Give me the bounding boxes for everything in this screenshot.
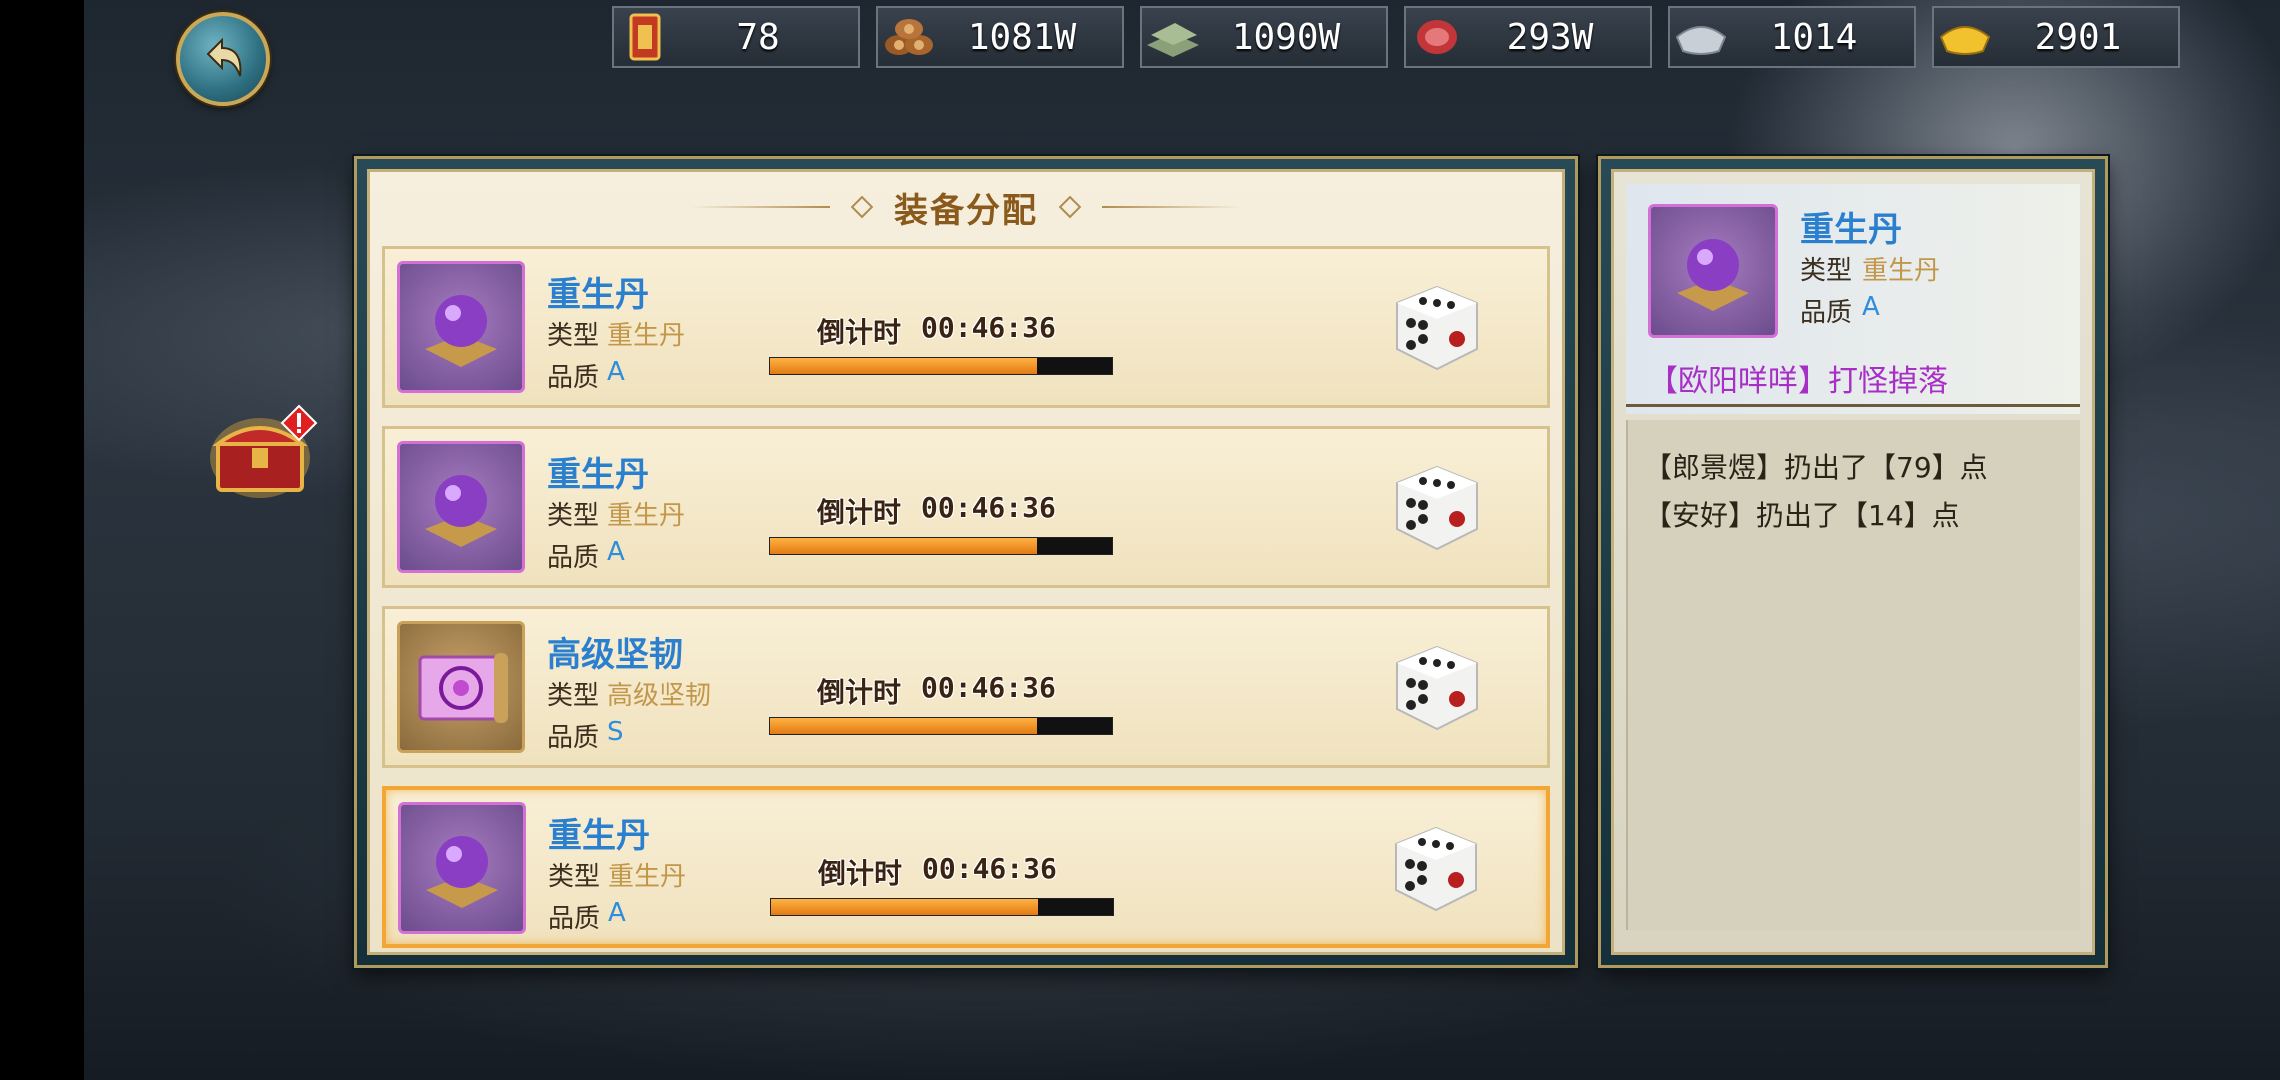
detail-item-name: 重生丹 (1800, 210, 1902, 250)
resource-meat: 293W (1404, 6, 1652, 68)
title-ornament (1102, 206, 1242, 208)
detail-type: 重生丹 (1862, 256, 1941, 286)
purple-orb-icon (397, 441, 525, 573)
resource-value: 293W (1506, 16, 1594, 58)
item-row-selected[interactable]: 重生丹 类型 重生丹 品质 A 倒计时 00:46:36 (382, 786, 1550, 948)
silver-icon (1670, 9, 1732, 65)
resource-value: 1090W (1231, 16, 1341, 58)
item-quality: A (607, 357, 625, 387)
game-background: 78 1081W 1090W 293W 1014 2901 装备分配 重生丹 类… (84, 0, 2280, 1080)
roll-log-entry: 【安好】扔出了【14】点 (1644, 499, 1960, 532)
quality-label: 品质 (548, 904, 601, 934)
item-detail-panel: 重生丹 类型 重生丹 品质 A 【欧阳咩咩】打怪掉落 【郎景煜】扔出了【79】点… (1598, 156, 2108, 968)
item-quality: A (607, 537, 625, 567)
scroll-icon (397, 621, 525, 753)
item-type: 重生丹 (607, 321, 686, 351)
treasure-chest-button[interactable] (208, 404, 318, 500)
countdown-time: 00:46:36 (921, 491, 1056, 524)
dice-roll-button[interactable] (1393, 283, 1481, 373)
resource-order-token: 78 (612, 6, 860, 68)
quality-label: 品质 (547, 543, 600, 573)
purple-orb-icon (398, 802, 526, 934)
item-type: 重生丹 (608, 862, 687, 892)
resource-silver: 1014 (1668, 6, 1916, 68)
alert-badge-icon (280, 404, 318, 442)
dice-roll-button[interactable] (1393, 463, 1481, 553)
meat-icon (1406, 9, 1468, 65)
purple-orb-icon (397, 261, 525, 393)
resource-gold: 2901 (1932, 6, 2180, 68)
item-name: 重生丹 (547, 275, 649, 315)
countdown-label: 倒计时 (818, 857, 903, 890)
stone-icon (1142, 9, 1204, 65)
progress-fill (770, 358, 1037, 374)
item-name: 高级坚韧 (547, 635, 683, 675)
countdown-progress-bar (769, 537, 1113, 555)
back-arrow-icon (206, 37, 242, 77)
resource-wood: 1081W (876, 6, 1124, 68)
countdown-time: 00:46:36 (921, 671, 1056, 704)
resource-stone: 1090W (1140, 6, 1388, 68)
quality-label: 品质 (547, 363, 600, 393)
resource-value: 1014 (1770, 16, 1858, 58)
dice-roll-button[interactable] (1392, 824, 1480, 914)
countdown-time: 00:46:36 (921, 311, 1056, 344)
roll-log-entry: 【郎景煜】扔出了【79】点 (1644, 451, 1988, 484)
item-name: 重生丹 (548, 816, 650, 856)
dice-roll-button[interactable] (1393, 643, 1481, 733)
panel-header: 装备分配 (370, 182, 1562, 232)
resource-value: 78 (736, 16, 780, 58)
panel-title: 装备分配 (894, 190, 1038, 231)
gold-icon (1934, 9, 1996, 65)
item-type: 高级坚韧 (607, 681, 712, 711)
item-name: 重生丹 (547, 455, 649, 495)
item-quality: S (607, 717, 624, 747)
panel-body: 装备分配 重生丹 类型 重生丹 品质 A 倒计时 00:46:36 重生丹 类型… (367, 169, 1565, 955)
countdown-label: 倒计时 (817, 496, 902, 529)
countdown-label: 倒计时 (817, 316, 902, 349)
wood-icon (878, 9, 940, 65)
type-label: 类型 (547, 681, 600, 711)
type-label: 类型 (547, 501, 600, 531)
item-row[interactable]: 重生丹 类型 重生丹 品质 A 倒计时 00:46:36 (382, 426, 1550, 588)
detail-quality: A (1862, 292, 1880, 322)
detail-body: 重生丹 类型 重生丹 品质 A 【欧阳咩咩】打怪掉落 【郎景煜】扔出了【79】点… (1611, 169, 2095, 955)
item-type: 重生丹 (607, 501, 686, 531)
title-ornament (1058, 195, 1082, 219)
countdown-progress-bar (770, 898, 1114, 916)
detail-type-label: 类型 (1800, 256, 1853, 286)
token-icon (614, 9, 676, 65)
countdown-progress-bar (769, 357, 1113, 375)
countdown-progress-bar (769, 717, 1113, 735)
countdown-time: 00:46:36 (922, 852, 1057, 885)
drop-source: 【欧阳咩咩】打怪掉落 (1648, 364, 1948, 399)
title-ornament (850, 195, 874, 219)
item-row[interactable]: 高级坚韧 类型 高级坚韧 品质 S 倒计时 00:46:36 (382, 606, 1550, 768)
detail-quality-label: 品质 (1800, 298, 1853, 328)
equipment-distribution-panel: 装备分配 重生丹 类型 重生丹 品质 A 倒计时 00:46:36 重生丹 类型… (354, 156, 1578, 968)
progress-fill (770, 538, 1037, 554)
quality-label: 品质 (547, 723, 600, 753)
purple-orb-icon (1648, 204, 1778, 338)
type-label: 类型 (547, 321, 600, 351)
title-ornament (690, 206, 830, 208)
progress-fill (771, 899, 1038, 915)
detail-header: 重生丹 类型 重生丹 品质 A 【欧阳咩咩】打怪掉落 (1626, 184, 2080, 414)
roll-log: 【郎景煜】扔出了【79】点 【安好】扔出了【14】点 (1626, 420, 2080, 930)
resource-value: 2901 (2034, 16, 2122, 58)
type-label: 类型 (548, 862, 601, 892)
countdown-label: 倒计时 (817, 676, 902, 709)
item-quality: A (608, 898, 626, 928)
divider (1626, 404, 2080, 407)
back-button[interactable] (176, 12, 270, 106)
item-row[interactable]: 重生丹 类型 重生丹 品质 A 倒计时 00:46:36 (382, 246, 1550, 408)
progress-fill (770, 718, 1037, 734)
resource-value: 1081W (967, 16, 1077, 58)
